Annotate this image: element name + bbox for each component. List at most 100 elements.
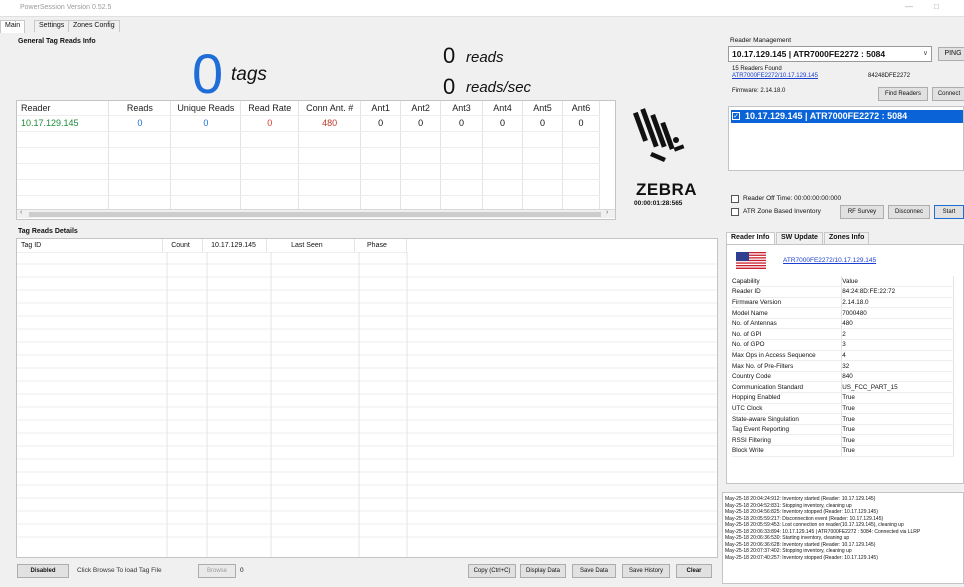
reader-table-panel: Reader Reads Unique Reads Read Rate Conn… — [16, 100, 616, 220]
title-bar: PowerSession Version 0.52.5 — □ — [0, 0, 964, 17]
table-row: No. of Antennas 480 — [732, 318, 954, 330]
cap-value: 840 — [841, 371, 954, 383]
col-ant3[interactable]: Ant3 — [440, 101, 484, 116]
col-reads[interactable]: Reads — [108, 101, 172, 116]
cell-ant1: 0 — [360, 115, 402, 132]
copy-button[interactable]: Copy (Ctrl+C) — [468, 564, 516, 578]
table-row: Max No. of Pre-Filters 32 — [732, 360, 954, 372]
table-row[interactable] — [17, 131, 601, 148]
browse-hint: Click Browse To load Tag File — [77, 567, 162, 574]
find-readers-button[interactable]: Find Readers — [878, 87, 928, 101]
col-conn-ant[interactable]: Conn Ant. # — [298, 101, 362, 116]
col-count[interactable]: Count — [162, 239, 204, 253]
cap-value: True — [841, 392, 954, 404]
col-reader-antenna[interactable]: 10.17.129.145 — [202, 239, 268, 253]
col-capability[interactable]: Capability — [732, 276, 843, 288]
table-row[interactable] — [17, 163, 601, 180]
tab-sw-update[interactable]: SW Update — [776, 232, 823, 244]
tab-zones-info[interactable]: Zones Info — [824, 232, 870, 244]
reader-table: Reader Reads Unique Reads Read Rate Conn… — [17, 101, 601, 212]
cell-ant4: 0 — [482, 115, 523, 132]
col-value[interactable]: Value — [841, 276, 954, 288]
display-data-button[interactable]: Display Data — [520, 564, 566, 578]
scroll-left-icon[interactable]: ‹ — [20, 209, 22, 216]
reader-select[interactable]: 10.17.129.145 | ATR7000FE2272 : 5084 ∨ — [728, 46, 932, 62]
col-ant2[interactable]: Ant2 — [400, 101, 442, 116]
cell-conn-ant: 480 — [298, 115, 362, 132]
disabled-button[interactable]: Disabled — [17, 564, 69, 578]
chevron-down-icon[interactable]: ∨ — [923, 49, 928, 57]
table-row: Firmware Version 2.14.18.0 — [732, 297, 954, 309]
reader-list: ✓ 10.17.129.145 | ATR7000FE2272 : 5084 — [728, 106, 964, 171]
session-timer: 00:00:01:28:565 — [634, 200, 683, 207]
disconnect-button[interactable]: Disconnec — [888, 205, 930, 219]
table-row: No. of GPI 2 — [732, 328, 954, 341]
zebra-logo-icon — [632, 108, 685, 162]
table-row: UTC Clock True — [732, 403, 954, 415]
cap-name: Max No. of Pre-Filters — [732, 360, 843, 372]
tab-reader-info-label: Reader Info — [731, 234, 770, 241]
list-item-label: 10.17.129.145 | ATR7000FE2272 : 5084 — [745, 111, 908, 121]
event-log[interactable]: May-25-18 20:04:24:912: Inventory starte… — [722, 492, 964, 584]
col-tag-id[interactable]: Tag ID — [17, 239, 164, 253]
reader-off-time-checkbox[interactable] — [731, 195, 739, 203]
browse-button[interactable]: Browse — [198, 564, 236, 578]
start-button[interactable]: Start — [934, 205, 964, 219]
tab-zones-config[interactable]: Zones Config — [68, 20, 120, 32]
atr-zone-checkbox[interactable] — [731, 208, 739, 216]
rf-survey-button[interactable]: RF Survey — [840, 205, 884, 219]
tab-reader-info[interactable]: Reader Info — [726, 232, 775, 244]
table-row[interactable]: 10.17.129.145 0 0 0 480 0 0 0 0 0 0 — [17, 115, 601, 132]
cap-value: 32 — [841, 360, 954, 372]
cell-unique-reads: 0 — [170, 115, 242, 132]
save-history-button[interactable]: Save History — [622, 564, 670, 578]
cap-value: True — [841, 403, 954, 415]
cap-name: Model Name — [732, 307, 843, 319]
tab-main[interactable]: Main — [0, 20, 26, 33]
cap-name: Communication Standard — [732, 381, 843, 394]
cell-read-rate: 0 — [240, 115, 300, 132]
tab-zones-info-label: Zones Info — [829, 234, 865, 241]
clear-button[interactable]: Clear — [676, 564, 712, 578]
cell-ant2: 0 — [400, 115, 442, 132]
reader-id-text: 84248DFE2272 — [868, 73, 911, 79]
cap-value: 2.14.18.0 — [841, 297, 954, 309]
col-read-rate[interactable]: Read Rate — [240, 101, 300, 116]
table-row[interactable] — [17, 147, 601, 164]
check-icon[interactable]: ✓ — [732, 112, 740, 120]
cap-name: Country Code — [732, 371, 843, 383]
reader-link[interactable]: ATR7000FE2272/10.17.129.145 — [732, 73, 818, 79]
col-ant6[interactable]: Ant6 — [562, 101, 601, 116]
cap-value: 7000480 — [841, 307, 954, 319]
tab-settings[interactable]: Settings — [34, 20, 70, 32]
col-reader[interactable]: Reader — [17, 101, 110, 116]
cap-value: 480 — [841, 318, 954, 330]
atr-zone-label: ATR Zone Based Inventory — [743, 208, 821, 215]
tags-label: tags — [231, 64, 267, 85]
save-data-button[interactable]: Save Data — [572, 564, 616, 578]
rate-count: 0 — [443, 74, 456, 99]
col-last-seen[interactable]: Last Seen — [266, 239, 356, 253]
table-row[interactable] — [17, 179, 601, 196]
tag-details-title: Tag Reads Details — [18, 228, 78, 235]
reader-select-value: 10.17.129.145 | ATR7000FE2272 : 5084 — [732, 49, 886, 59]
tag-details-header: Tag ID Count 10.17.129.145 Last Seen Pha… — [17, 239, 407, 253]
scroll-right-icon[interactable]: › — [606, 209, 608, 216]
maximize-icon[interactable]: □ — [934, 2, 939, 11]
firmware-text: Firmware: 2.14.18.0 — [732, 88, 786, 94]
col-ant5[interactable]: Ant5 — [522, 101, 563, 116]
ping-button[interactable]: PING — [938, 47, 964, 61]
scroll-thumb[interactable] — [29, 212, 601, 217]
list-item[interactable]: ✓ 10.17.129.145 | ATR7000FE2272 : 5084 — [731, 110, 963, 123]
cap-value: US_FCC_PART_15 — [841, 381, 954, 394]
minimize-icon[interactable]: — — [905, 2, 913, 11]
horizontal-scrollbar[interactable]: ‹ › — [17, 209, 615, 218]
reader-info-link[interactable]: ATR7000FE2272/10.17.129.145 — [783, 257, 876, 264]
col-unique-reads[interactable]: Unique Reads — [170, 101, 242, 116]
col-ant1[interactable]: Ant1 — [360, 101, 402, 116]
col-ant4[interactable]: Ant4 — [482, 101, 523, 116]
connect-button[interactable]: Connect — [932, 87, 964, 101]
col-phase[interactable]: Phase — [354, 239, 407, 253]
cap-name: UTC Clock — [732, 403, 843, 415]
cap-name: Tag Event Reporting — [732, 424, 843, 436]
